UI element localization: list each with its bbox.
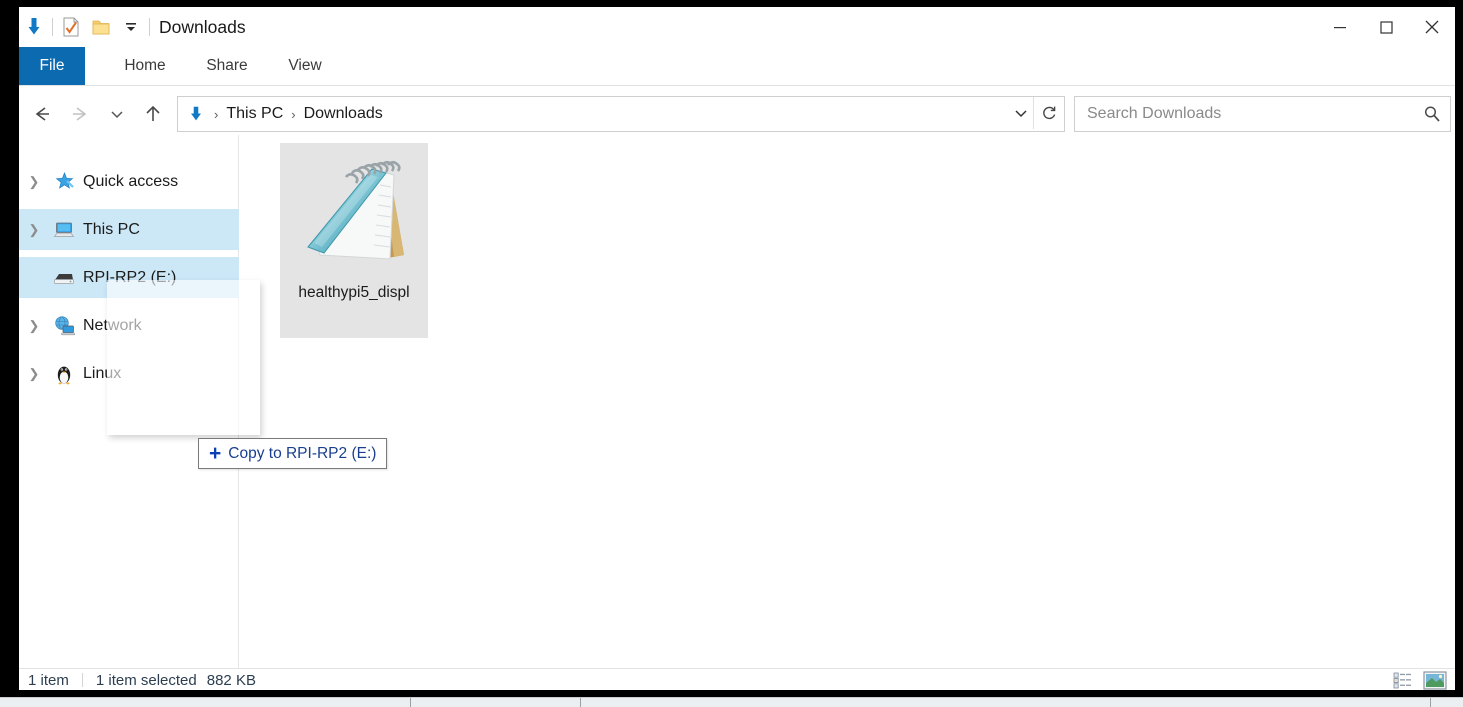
- computer-icon: [49, 220, 79, 240]
- address-dropdown-chevron-icon[interactable]: [1008, 97, 1034, 129]
- network-icon: [49, 315, 79, 336]
- quick-access-toolbar: [19, 7, 153, 47]
- recent-locations-chevron-icon[interactable]: [105, 92, 129, 135]
- sidebar-label-network: Network: [83, 316, 142, 334]
- properties-icon[interactable]: [56, 12, 86, 42]
- title-bar: Downloads: [19, 7, 1455, 47]
- details-view-button[interactable]: [1391, 670, 1415, 690]
- breadcrumb-separator-1: ›: [214, 106, 219, 122]
- qat-divider-2: [149, 18, 150, 36]
- status-divider: [81, 673, 83, 687]
- downloads-breadcrumb-icon: [186, 104, 206, 124]
- downloads-icon[interactable]: [19, 12, 49, 42]
- customize-chevron-icon[interactable]: [116, 12, 146, 42]
- maximize-button[interactable]: [1363, 7, 1409, 47]
- tab-view[interactable]: View: [273, 47, 337, 85]
- file-list-view[interactable]: healthypi5_displ: [239, 135, 1455, 668]
- sidebar-item-network[interactable]: ❯ Network: [19, 305, 238, 346]
- view-switch-group: [1391, 669, 1447, 690]
- qat-divider-1: [52, 18, 53, 36]
- up-button[interactable]: [137, 92, 169, 135]
- taskbar-divider-2: [580, 698, 581, 707]
- plus-icon: +: [209, 442, 222, 465]
- sidebar-label-this-pc: This PC: [83, 220, 140, 238]
- window-frame-left: [0, 0, 19, 697]
- status-size: 882 KB: [206, 671, 256, 689]
- window-frame-bottom: [0, 690, 1463, 697]
- large-icons-view-button[interactable]: [1423, 670, 1447, 690]
- breadcrumb-downloads[interactable]: Downloads: [300, 97, 387, 131]
- drag-drop-tooltip: + Copy to RPI-RP2 (E:): [198, 438, 388, 469]
- drag-tooltip-label: Copy to RPI-RP2 (E:): [228, 444, 377, 462]
- close-button[interactable]: [1409, 7, 1455, 47]
- file-explorer-window: Downloads File Home Share View › This PC…: [19, 7, 1455, 690]
- drive-icon: [49, 269, 79, 287]
- notepad-icon: [294, 155, 414, 278]
- window-frame-top: [0, 0, 1463, 7]
- list-item[interactable]: healthypi5_displ: [280, 143, 428, 338]
- status-bar: 1 item 1 item selected 882 KB: [19, 668, 1455, 690]
- refresh-button[interactable]: [1033, 97, 1064, 129]
- breadcrumb-separator-2: ›: [291, 106, 296, 122]
- taskbar: [0, 697, 1463, 707]
- forward-button[interactable]: [65, 92, 97, 135]
- address-bar-row: › This PC › Downloads Search Downloads: [19, 92, 1455, 135]
- window-controls: [1317, 7, 1455, 47]
- sidebar-item-rpi-rp2[interactable]: RPI-RP2 (E:): [19, 257, 256, 298]
- ribbon-tab-bar: File Home Share View ?: [19, 47, 1455, 123]
- status-item-count: 1 item: [28, 671, 69, 689]
- explorer-body: ❯ Quick access ❯ This PC RPI-RP2 (E:) ❯ …: [19, 135, 1455, 668]
- search-icon[interactable]: [1414, 104, 1450, 124]
- navigation-pane: ❯ Quick access ❯ This PC RPI-RP2 (E:) ❯ …: [19, 135, 256, 668]
- tab-share[interactable]: Share: [191, 47, 263, 85]
- search-box[interactable]: Search Downloads: [1074, 96, 1451, 132]
- address-bar[interactable]: › This PC › Downloads: [177, 96, 1065, 132]
- tab-home[interactable]: Home: [109, 47, 181, 85]
- sidebar-item-linux[interactable]: ❯ Linux: [19, 353, 238, 394]
- breadcrumb-this-pc[interactable]: This PC: [222, 97, 287, 131]
- search-input[interactable]: Search Downloads: [1075, 105, 1414, 123]
- window-title: Downloads: [159, 16, 246, 37]
- chevron-right-icon[interactable]: ❯: [19, 174, 49, 190]
- sidebar-item-this-pc[interactable]: ❯ This PC: [19, 209, 256, 250]
- chevron-right-icon[interactable]: ❯: [19, 222, 49, 238]
- chevron-right-icon[interactable]: ❯: [19, 318, 49, 334]
- sidebar-label-rpi-rp2: RPI-RP2 (E:): [83, 268, 177, 286]
- taskbar-divider-3: [1430, 698, 1431, 707]
- screen: Downloads File Home Share View › This PC…: [0, 0, 1463, 707]
- sidebar-label-quick-access: Quick access: [83, 172, 179, 190]
- taskbar-divider-1: [410, 698, 411, 707]
- tab-file[interactable]: File: [19, 47, 85, 85]
- penguin-icon: [49, 363, 79, 385]
- sidebar-label-linux: Linux: [83, 364, 122, 382]
- back-button[interactable]: [25, 92, 57, 135]
- sidebar-item-quick-access[interactable]: ❯ Quick access: [19, 161, 238, 202]
- file-name-label: healthypi5_displ: [298, 284, 410, 301]
- status-selection: 1 item selected: [95, 671, 197, 689]
- window-frame-right: [1455, 0, 1463, 697]
- chevron-right-icon[interactable]: ❯: [19, 366, 49, 382]
- new-folder-icon[interactable]: [86, 12, 116, 42]
- minimize-button[interactable]: [1317, 7, 1363, 47]
- star-icon: [49, 171, 79, 192]
